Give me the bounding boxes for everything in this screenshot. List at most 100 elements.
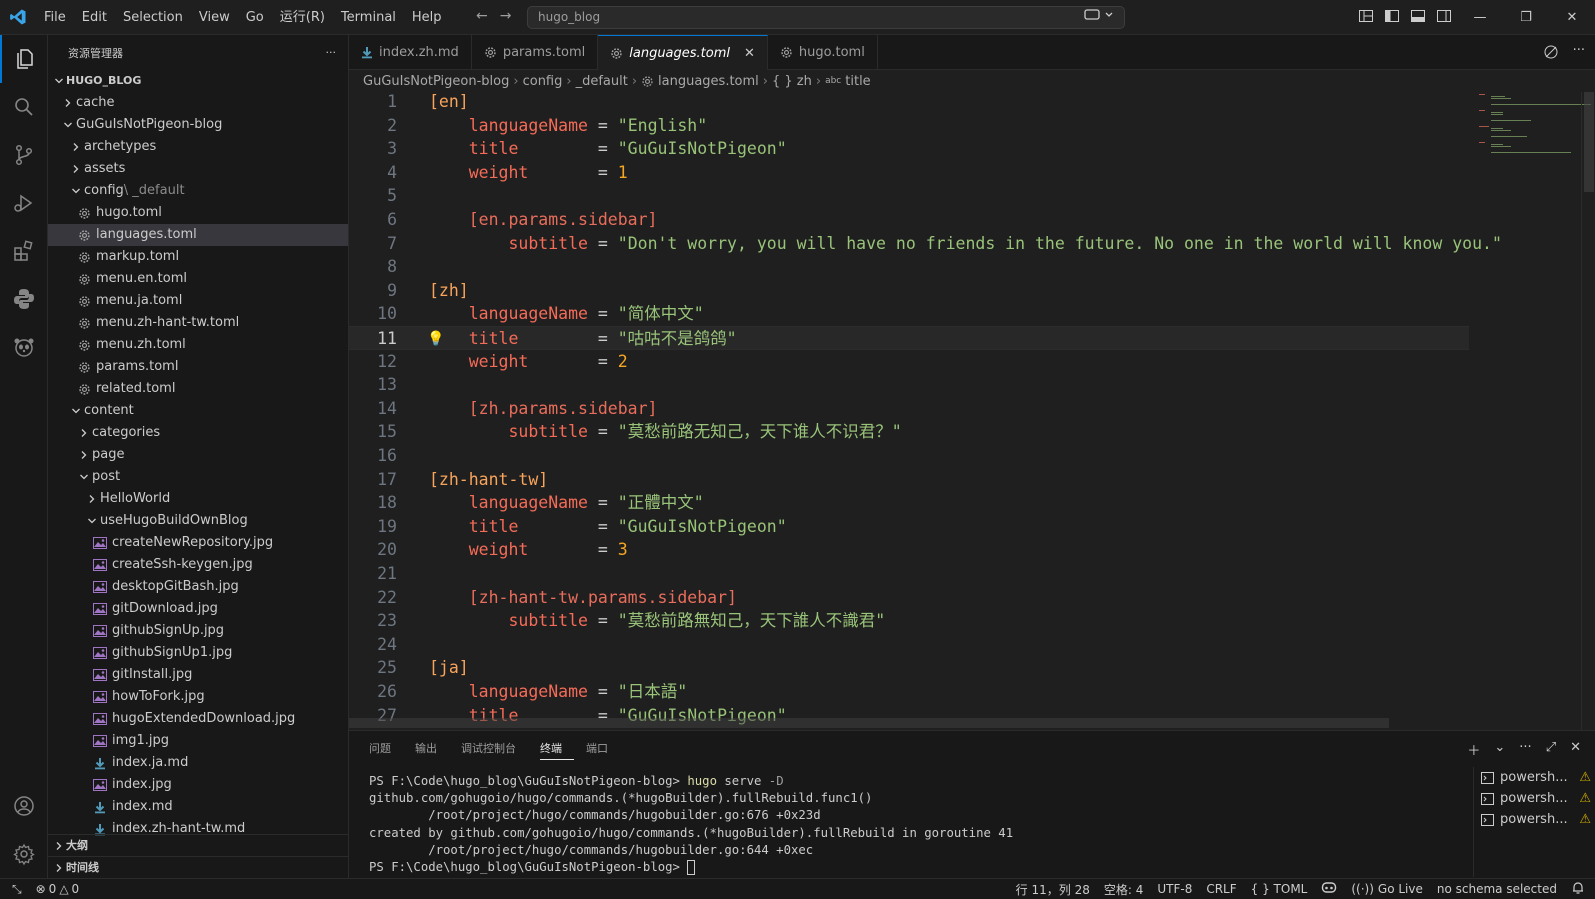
tree-file[interactable]: hugo.toml bbox=[48, 202, 348, 224]
breadcrumb-repo[interactable]: GuGuIsNotPigeon-blog bbox=[363, 74, 509, 89]
workspace-root[interactable]: HUGO_BLOG bbox=[48, 70, 348, 92]
tree-folder[interactable]: post bbox=[48, 466, 348, 488]
back-arrow-icon[interactable]: ← bbox=[476, 8, 488, 24]
tree-folder[interactable]: cache bbox=[48, 92, 348, 114]
editor-vertical-scrollbar[interactable] bbox=[1581, 92, 1595, 730]
code-line[interactable]: 6 [en.params.sidebar] bbox=[349, 208, 1459, 232]
panel-tab[interactable]: 端口 bbox=[586, 731, 620, 766]
more-actions-icon[interactable]: ··· bbox=[326, 46, 337, 59]
outline-section[interactable]: 大纲 bbox=[48, 834, 348, 856]
tree-folder[interactable]: HelloWorld bbox=[48, 488, 348, 510]
editor-more-actions-icon[interactable]: ··· bbox=[1573, 44, 1585, 60]
language-mode[interactable]: { } TOML bbox=[1251, 882, 1308, 896]
code-line[interactable]: 7 subtitle = "Don't worry, you will have… bbox=[349, 232, 1502, 256]
breadcrumb-field[interactable]: title bbox=[845, 74, 870, 89]
tree-folder[interactable]: archetypes bbox=[48, 136, 348, 158]
tree-file[interactable]: menu.zh-hant-tw.toml bbox=[48, 312, 348, 334]
code-line[interactable]: 23 subtitle = "莫愁前路無知己，天下誰人不識君" bbox=[349, 609, 1459, 633]
copilot-status-icon[interactable] bbox=[1321, 881, 1337, 898]
close-window-icon[interactable]: ✕ bbox=[1549, 0, 1595, 35]
new-terminal-icon[interactable]: ＋ bbox=[1467, 740, 1480, 759]
editor-horizontal-scrollbar[interactable] bbox=[349, 718, 1389, 728]
tree-file[interactable]: createSsh-keygen.jpg bbox=[48, 554, 348, 576]
tree-file[interactable]: index.ja.md bbox=[48, 752, 348, 774]
menu-item[interactable]: Edit bbox=[74, 0, 115, 35]
terminal-dropdown-icon[interactable]: ⌄ bbox=[1494, 740, 1505, 759]
forward-arrow-icon[interactable]: → bbox=[500, 8, 512, 24]
editor-tab[interactable]: index.zh.md bbox=[349, 35, 472, 70]
tree-file[interactable]: createNewRepository.jpg bbox=[48, 532, 348, 554]
tree-file[interactable]: params.toml bbox=[48, 356, 348, 378]
minimize-icon[interactable]: — bbox=[1457, 0, 1503, 35]
schema-status[interactable]: no schema selected bbox=[1437, 882, 1557, 896]
search-icon[interactable] bbox=[0, 83, 48, 131]
tree-file[interactable]: desktopGitBash.jpg bbox=[48, 576, 348, 598]
tree-file[interactable]: menu.en.toml bbox=[48, 268, 348, 290]
source-control-icon[interactable] bbox=[0, 131, 48, 179]
accounts-icon[interactable] bbox=[0, 782, 48, 830]
tree-folder[interactable]: content bbox=[48, 400, 348, 422]
tree-file[interactable]: index.md bbox=[48, 796, 348, 818]
toggle-sidebar-icon[interactable] bbox=[1384, 8, 1400, 24]
breadcrumb-object[interactable]: { } zh bbox=[772, 74, 812, 89]
panda-extension-icon[interactable] bbox=[0, 323, 48, 371]
panel-tab[interactable]: 问题 bbox=[369, 731, 403, 766]
tree-file[interactable]: gitInstall.jpg bbox=[48, 664, 348, 686]
open-changes-icon[interactable] bbox=[1543, 44, 1559, 60]
menu-item[interactable]: View bbox=[191, 0, 238, 35]
code-line[interactable]: 22 [zh-hant-tw.params.sidebar] bbox=[349, 586, 1459, 610]
tree-file[interactable]: githubSignUp.jpg bbox=[48, 620, 348, 642]
editor-tab[interactable]: languages.toml ✕ bbox=[598, 35, 768, 70]
terminal-instance[interactable]: powersh... ⚠ bbox=[1473, 767, 1595, 788]
encoding[interactable]: UTF-8 bbox=[1157, 882, 1192, 896]
code-line[interactable]: 14 [zh.params.sidebar] bbox=[349, 397, 1459, 421]
close-panel-icon[interactable]: ✕ bbox=[1570, 740, 1581, 759]
code-line[interactable]: 24 bbox=[349, 633, 1459, 657]
settings-gear-icon[interactable] bbox=[0, 830, 48, 878]
editor-tab[interactable]: hugo.toml bbox=[768, 35, 878, 70]
problems-status[interactable]: ⊗ 0 △ 0 bbox=[36, 882, 80, 896]
code-line[interactable]: 10 languageName = "简体中文" bbox=[349, 302, 1459, 326]
code-line[interactable]: 12 weight = 2 bbox=[349, 350, 1459, 374]
line-ending[interactable]: CRLF bbox=[1206, 882, 1236, 896]
scrollbar-thumb[interactable] bbox=[1584, 92, 1594, 192]
tree-file[interactable]: markup.toml bbox=[48, 246, 348, 268]
code-line[interactable]: 9 [zh] bbox=[349, 279, 1459, 303]
tree-file[interactable]: index.jpg bbox=[48, 774, 348, 796]
toggle-panel-icon[interactable] bbox=[1410, 8, 1426, 24]
menu-item[interactable]: Selection bbox=[115, 0, 191, 35]
terminal-instance[interactable]: powersh... ⚠ bbox=[1473, 788, 1595, 809]
tree-file[interactable]: hugoExtendedDownload.jpg bbox=[48, 708, 348, 730]
tree-file[interactable]: gitDownload.jpg bbox=[48, 598, 348, 620]
tree-folder[interactable]: assets bbox=[48, 158, 348, 180]
code-line[interactable]: 25 [ja] bbox=[349, 656, 1459, 680]
breadcrumb-default[interactable]: _default bbox=[576, 74, 628, 89]
code-line[interactable]: 21 bbox=[349, 562, 1459, 586]
tree-folder[interactable]: config \ _default bbox=[48, 180, 348, 202]
tree-folder[interactable]: GuGuIsNotPigeon-blog bbox=[48, 114, 348, 136]
timeline-section[interactable]: 时间线 bbox=[48, 856, 348, 878]
code-line[interactable]: 15 subtitle = "莫愁前路无知己，天下谁人不识君？" bbox=[349, 420, 1459, 444]
code-line[interactable]: 3 title = "GuGuIsNotPigeon" bbox=[349, 137, 1459, 161]
panel-tab[interactable]: 输出 bbox=[415, 731, 449, 766]
close-tab-icon[interactable]: ✕ bbox=[744, 46, 755, 61]
menu-item[interactable]: Terminal bbox=[333, 0, 404, 35]
code-editor[interactable]: 1 [en] 2 languageName = "English" 3 title =… bbox=[349, 92, 1595, 730]
code-line[interactable]: 26 languageName = "日本語" bbox=[349, 680, 1459, 704]
tree-file[interactable]: menu.zh.toml bbox=[48, 334, 348, 356]
code-line[interactable]: 17 [zh-hant-tw] bbox=[349, 468, 1459, 492]
menu-item[interactable]: Go bbox=[238, 0, 272, 35]
copilot-chat-icon[interactable] bbox=[1084, 7, 1114, 28]
tree-file[interactable]: menu.ja.toml bbox=[48, 290, 348, 312]
terminal-output[interactable]: PS F:\Code\hugo_blog\GuGuIsNotPigeon-blo… bbox=[369, 773, 1449, 876]
tree-file[interactable]: howToFork.jpg bbox=[48, 686, 348, 708]
maximize-panel-icon[interactable]: ⤢ bbox=[1546, 740, 1556, 759]
code-line[interactable]: 4 weight = 1 bbox=[349, 161, 1459, 185]
code-line[interactable]: 2 languageName = "English" bbox=[349, 114, 1459, 138]
indentation[interactable]: 空格: 4 bbox=[1104, 881, 1144, 898]
explorer-icon[interactable] bbox=[0, 35, 48, 83]
tree-folder[interactable]: useHugoBuildOwnBlog bbox=[48, 510, 348, 532]
panel-more-icon[interactable]: ··· bbox=[1519, 740, 1531, 759]
code-line[interactable]: 1 [en] bbox=[349, 92, 1459, 114]
customize-layout-icon[interactable] bbox=[1358, 8, 1374, 24]
